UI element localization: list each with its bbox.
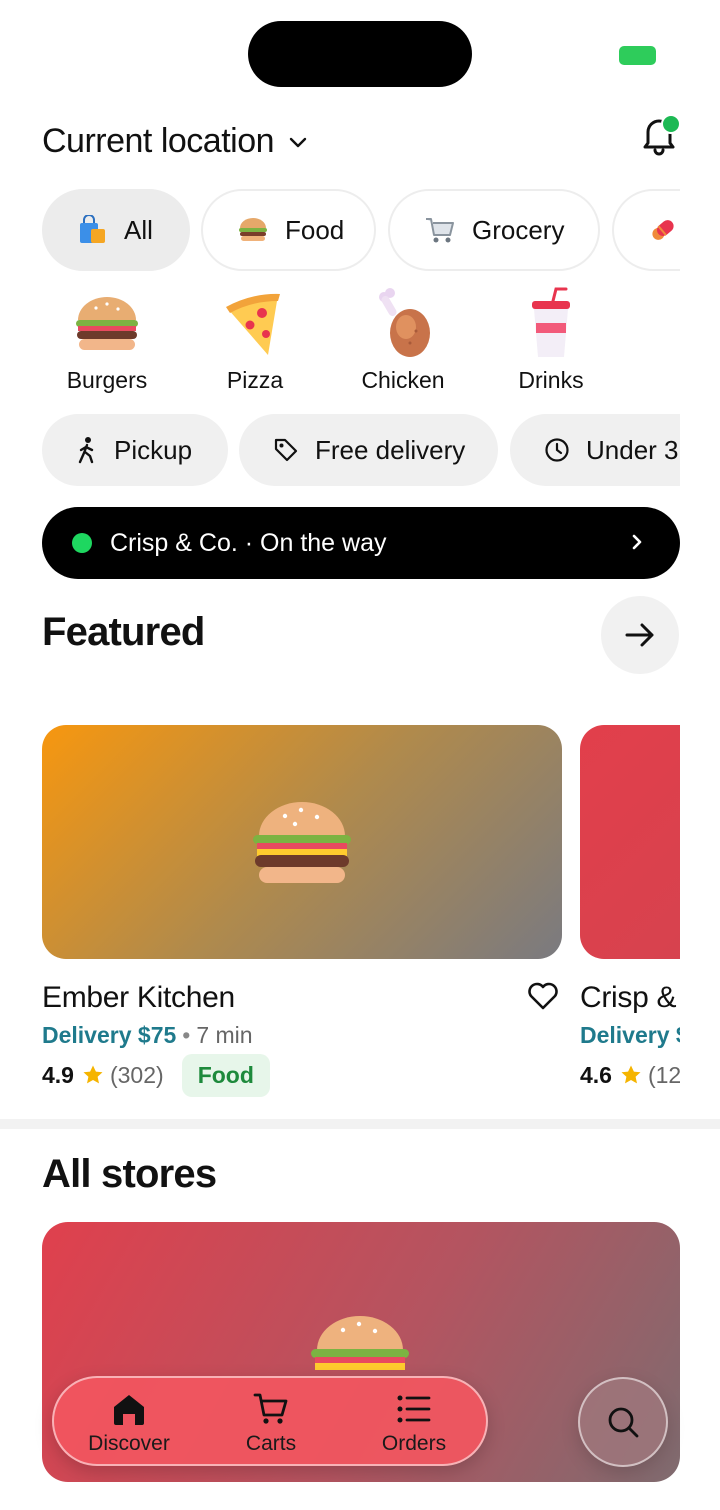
chip-label: Grocery	[472, 214, 565, 245]
food-type-burgers[interactable]: Burgers	[42, 285, 172, 394]
featured-see-all-button[interactable]	[601, 596, 679, 674]
featured-card[interactable]: Ember Kitchen Delivery $75 • 7 min 4.9 (30…	[42, 725, 562, 1097]
pill-icon	[652, 220, 674, 240]
store-meta: Delivery $	[580, 1022, 680, 1049]
tab-carts[interactable]: Carts	[206, 1390, 336, 1456]
chip-all[interactable]: All	[42, 189, 190, 271]
search-button[interactable]	[578, 1377, 668, 1467]
filter-chips: Pickup Free delivery Under 3	[42, 414, 680, 486]
food-type-label: Chicken	[361, 367, 445, 393]
shopping-cart-icon	[426, 218, 454, 243]
search-icon	[608, 1407, 639, 1438]
bottom-safe-area	[0, 1482, 720, 1510]
filter-free-delivery[interactable]: Free delivery	[239, 414, 498, 486]
store-image	[580, 725, 680, 959]
category-chips: All Food Grocery	[42, 189, 680, 271]
bottom-tab-bar: Discover Carts Orders	[52, 1376, 488, 1466]
location-selector[interactable]: Current location	[42, 122, 308, 161]
filter-label: Under 3	[586, 434, 679, 465]
store-name: Crisp &	[580, 981, 677, 1014]
delivery-time: 7 min	[196, 1022, 253, 1048]
tab-label: Orders	[381, 1432, 447, 1455]
heart-icon[interactable]	[527, 981, 559, 1011]
shopping-bags-icon	[80, 215, 105, 243]
arrow-right-icon	[625, 623, 654, 647]
store-rating: 4.9 (302) Food	[42, 1053, 270, 1097]
clock-icon	[545, 438, 569, 462]
featured-card[interactable]: Crisp & Delivery $ 4.6 (12	[580, 725, 680, 1088]
rating-count: (12	[647, 1061, 680, 1088]
tab-label: Carts	[245, 1432, 297, 1455]
burger-icon	[253, 802, 351, 883]
chevron-down-icon	[289, 137, 307, 147]
chip-label: Food	[285, 214, 345, 245]
drink-cup-icon	[532, 287, 570, 357]
chicken-leg-icon	[379, 288, 430, 357]
order-status-banner[interactable]: Crisp & Co. · On the way	[42, 507, 680, 579]
food-type-label: Burgers	[66, 367, 148, 393]
burger-icon	[239, 218, 267, 241]
cart-icon	[253, 1393, 288, 1424]
list-icon	[397, 1395, 431, 1423]
chevron-right-icon	[632, 534, 642, 550]
pizza-icon	[226, 293, 280, 355]
store-name: Ember Kitchen	[42, 981, 235, 1014]
store-image	[42, 725, 562, 959]
star-icon	[621, 1065, 641, 1084]
chip-food[interactable]: Food	[201, 189, 376, 271]
walking-person-icon	[78, 437, 94, 464]
filter-label: Free delivery	[315, 434, 466, 465]
order-status-text: Crisp & Co. · On the way	[110, 528, 387, 557]
delivery-fee: Delivery $	[580, 1022, 680, 1048]
notification-dot	[661, 114, 681, 134]
rating-value: 4.6	[580, 1061, 612, 1088]
star-icon	[83, 1065, 103, 1084]
section-divider	[0, 1119, 720, 1129]
tab-orders[interactable]: Orders	[349, 1390, 479, 1456]
food-type-drinks[interactable]: Drinks	[486, 285, 616, 394]
category-tag: Food	[181, 1053, 270, 1097]
all-stores-title: All stores	[42, 1152, 217, 1196]
food-type-label: Pizza	[226, 367, 284, 393]
meta-separator: •	[182, 1022, 191, 1048]
home-icon	[114, 1395, 144, 1425]
location-title: Current location	[42, 122, 275, 160]
dynamic-island	[248, 21, 472, 87]
status-dot	[72, 533, 92, 553]
tab-discover[interactable]: Discover	[64, 1390, 194, 1456]
food-type-row: Burgers Pizza Chicken Drinks F	[42, 285, 680, 400]
filter-pickup[interactable]: Pickup	[42, 414, 228, 486]
filter-label: Pickup	[114, 434, 193, 465]
food-type-pizza[interactable]: Pizza	[190, 285, 320, 394]
food-type-label: Drinks	[518, 367, 584, 393]
chip-label: All	[124, 214, 153, 245]
food-type-chicken[interactable]: Chicken	[338, 285, 468, 394]
battery-icon	[619, 46, 656, 65]
featured-carousel: Ember Kitchen Delivery $75 • 7 min 4.9 (30…	[42, 725, 680, 1105]
food-type-fries[interactable]: F	[634, 285, 680, 394]
filter-under-time[interactable]: Under 3	[510, 414, 680, 486]
fries-icon	[664, 287, 680, 361]
chip-pharmacy[interactable]	[612, 189, 680, 271]
tag-icon	[274, 438, 298, 462]
delivery-fee: Delivery $75	[42, 1022, 177, 1048]
featured-title: Featured	[42, 610, 205, 654]
rating-count: (302)	[109, 1061, 164, 1088]
chip-grocery[interactable]: Grocery	[388, 189, 600, 271]
rating-value: 4.9	[42, 1061, 74, 1088]
food-type-label: F	[634, 367, 680, 394]
tab-label: Discover	[88, 1432, 170, 1455]
store-rating: 4.6 (12	[580, 1054, 680, 1096]
store-meta: Delivery $75 • 7 min	[42, 1022, 253, 1049]
burger-icon	[76, 297, 138, 350]
